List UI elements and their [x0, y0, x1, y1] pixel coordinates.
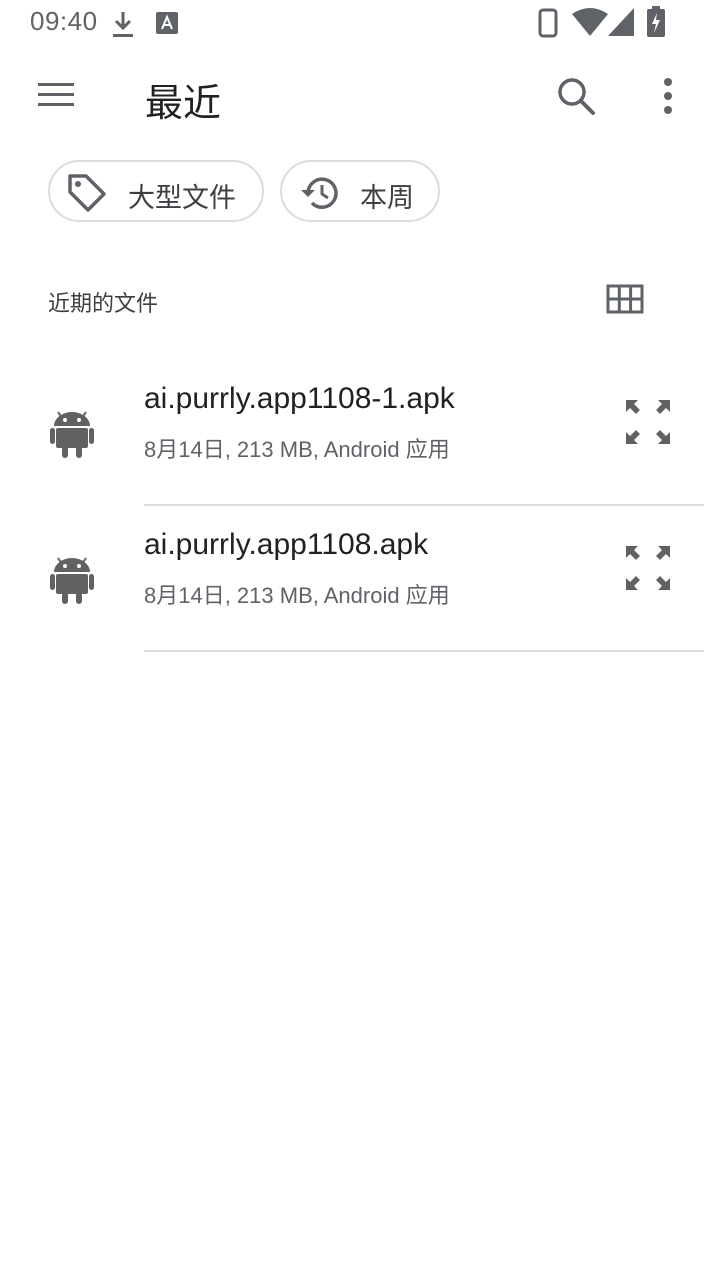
file-name: ai.purrly.app1108-1.apk: [144, 382, 455, 415]
menu-icon: [38, 83, 74, 106]
app-bar: 最近: [0, 48, 720, 148]
expand-button[interactable]: [620, 542, 676, 594]
tag-icon: [68, 174, 106, 212]
section-title: 近期的文件: [48, 292, 159, 317]
status-time: 09:40: [30, 6, 98, 36]
search-button[interactable]: [552, 72, 600, 120]
chip-label: 大型文件: [128, 183, 236, 214]
signal-icon: [608, 8, 634, 36]
grid-view-icon: [606, 284, 644, 314]
android-icon: [50, 557, 94, 604]
file-meta: 8月14日, 213 MB, Android 应用: [144, 583, 450, 608]
expand-icon: [626, 546, 670, 590]
phone-icon: [538, 8, 558, 38]
chip-large-files[interactable]: 大型文件: [48, 160, 264, 222]
screen: 09:40 最近 大型文件 本周 近期的文件 ai.purrly.app1108…: [0, 0, 720, 1280]
page-title: 最近: [145, 81, 222, 125]
file-row[interactable]: ai.purrly.app1108-1.apk 8月14日, 213 MB, A…: [0, 360, 704, 506]
wifi-icon: [572, 8, 608, 36]
file-row[interactable]: ai.purrly.app1108.apk 8月14日, 213 MB, And…: [0, 506, 704, 652]
search-icon: [558, 78, 595, 115]
battery-charging-icon: [647, 6, 665, 37]
expand-icon: [626, 400, 670, 444]
android-icon: [50, 411, 94, 458]
more-options-button[interactable]: [644, 72, 692, 120]
history-icon: [301, 177, 338, 209]
grid-view-toggle[interactable]: [604, 280, 648, 320]
download-icon: [113, 12, 133, 37]
more-vert-icon: [664, 78, 672, 114]
file-name: ai.purrly.app1108.apk: [144, 528, 429, 561]
row-divider: [144, 650, 704, 652]
file-meta: 8月14日, 213 MB, Android 应用: [144, 437, 450, 462]
chip-this-week[interactable]: 本周: [280, 160, 440, 222]
chip-label: 本周: [360, 183, 414, 214]
expand-button[interactable]: [620, 396, 676, 448]
menu-button[interactable]: [32, 70, 80, 118]
status-bar: 09:40: [0, 0, 720, 48]
a-notification-icon: [156, 12, 178, 34]
